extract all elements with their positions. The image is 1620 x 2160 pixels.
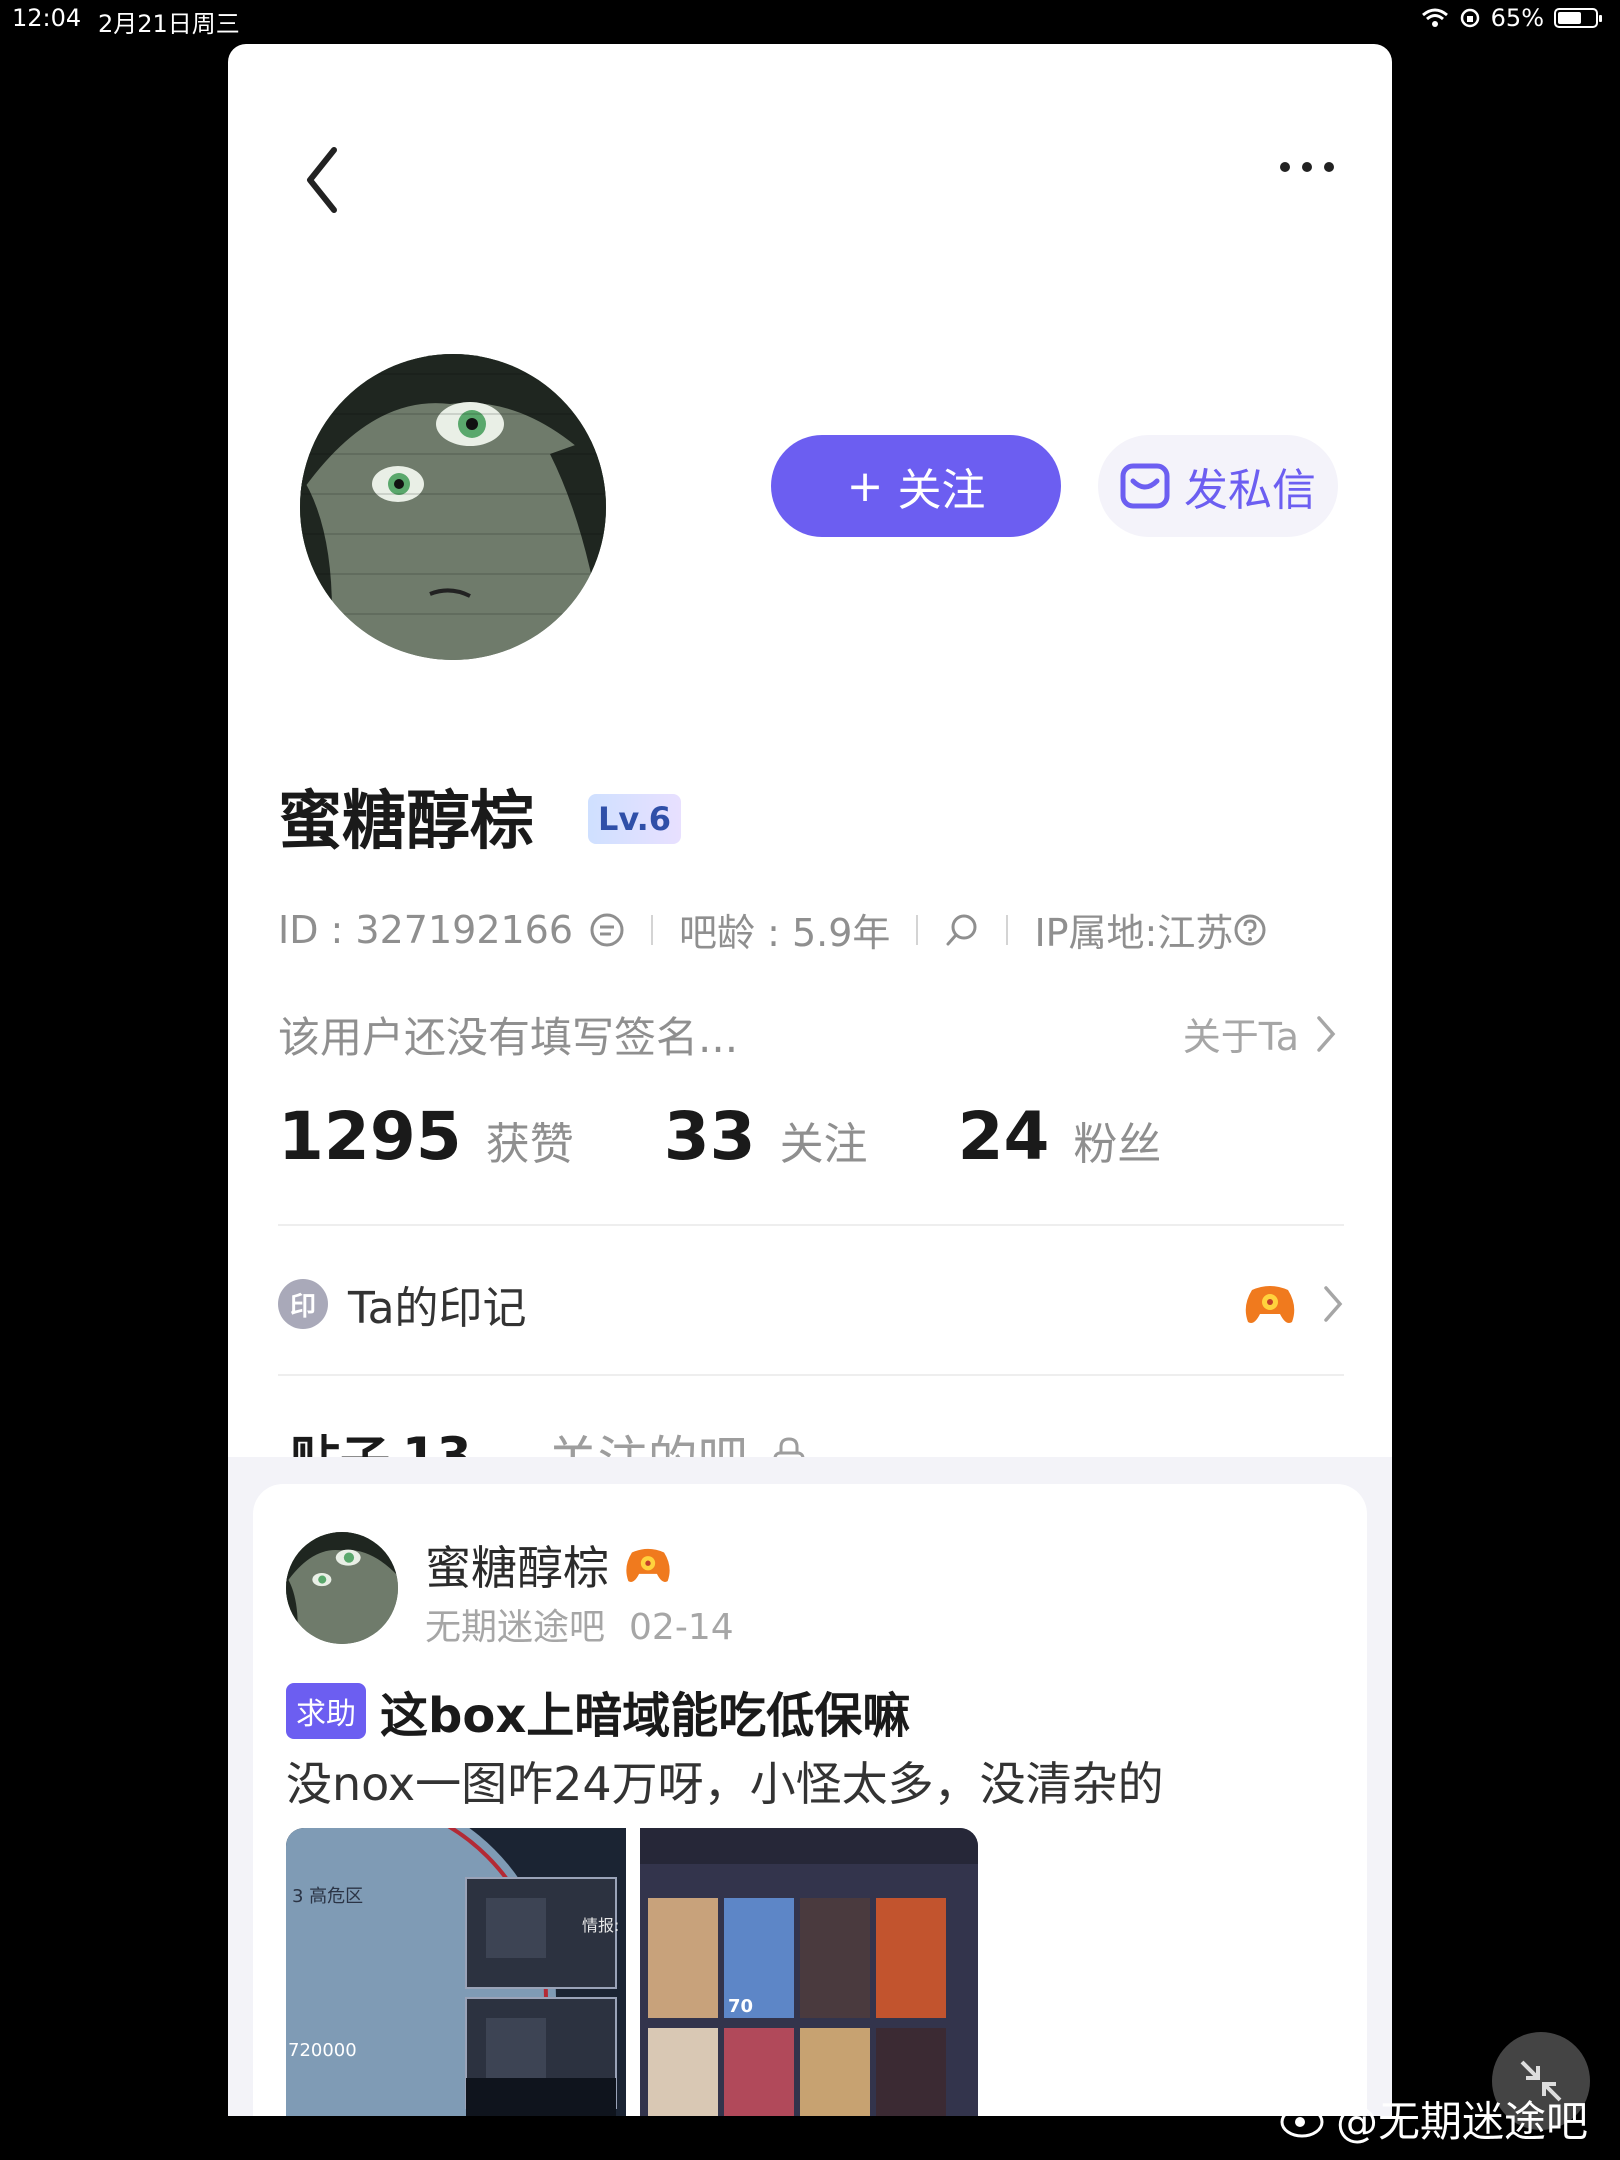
post-author[interactable]: 蜜糖醇棕 [425, 1532, 673, 1598]
post-image-2[interactable]: 70 [640, 1828, 978, 2116]
orientation-lock-icon [1460, 8, 1479, 28]
mark-badge-icon: 印 [278, 1279, 328, 1329]
battery-percent: 65% [1490, 4, 1544, 32]
avatar[interactable] [300, 354, 606, 660]
message-label: 发私信 [1184, 465, 1316, 516]
image1-score: 720000 [288, 2040, 357, 2061]
signature: 该用户还没有填写签名... [278, 1013, 739, 1062]
chevron-left-icon[interactable] [298, 140, 348, 220]
envelope-icon [1120, 463, 1170, 509]
level-badge: Lv.6 [588, 794, 682, 844]
stat-label: 获赞 [485, 1119, 574, 1170]
profile-panel: + 关注 发私信 蜜糖醇棕 Lv.6 ID : 327192166 吧龄 : 5… [228, 44, 1392, 2116]
stat-value: 24 [957, 1098, 1050, 1175]
marks-right [1242, 1282, 1344, 1326]
post-subline: 无期迷途吧 02-14 [425, 1598, 734, 1650]
post-body: 没nox一图咋24万呀，小怪太多，没清杂的 [286, 1757, 1164, 1811]
image1-intel-label: 情报: [582, 1916, 620, 1935]
status-date: 2月21日周三 [98, 10, 240, 38]
image1-zone-label: 3 高危区 [292, 1886, 364, 1907]
stat-followers[interactable]: 24 粉丝 [958, 1098, 1162, 1175]
card-grid-image [640, 1828, 978, 2116]
about-link[interactable]: 关于Ta [1183, 1006, 1337, 1061]
marks-label: Ta的印记 [348, 1283, 527, 1334]
stat-value: 33 [663, 1098, 756, 1175]
marks-row[interactable]: 印 Ta的印记 [278, 1264, 1344, 1344]
help-icon[interactable] [1233, 913, 1267, 947]
divider [278, 1374, 1344, 1376]
post-title: 这box上暗域能吃低保嘛 [380, 1688, 911, 1744]
ip-location: IP属地:江苏 [1034, 911, 1234, 955]
wifi-icon [1421, 8, 1448, 27]
weibo-logo-icon [1280, 2106, 1324, 2137]
gamepad-icon [1245, 1286, 1295, 1323]
post-image-1[interactable]: 3 高危区 情报: 720000 [286, 1828, 626, 2116]
status-right: 65% [1421, 4, 1602, 32]
avatar-illustration [286, 1532, 398, 1644]
gamepad-icon [626, 1548, 670, 1582]
profile-meta: ID : 327192166 吧龄 : 5.9年 IP属地:江苏 [278, 902, 1267, 957]
meta-divider [1006, 914, 1009, 945]
status-bar: 12:04 2月21日周三 65% [0, 0, 1620, 40]
post-date: 02-14 [629, 1607, 734, 1648]
image2-card-level: 70 [728, 1996, 754, 2017]
more-dots-icon[interactable] [1280, 162, 1334, 172]
divider [278, 1224, 1344, 1226]
copy-id-icon[interactable] [589, 912, 625, 948]
chevron-right-icon [1324, 1286, 1343, 1322]
post-forum[interactable]: 无期迷途吧 [425, 1607, 605, 1648]
stat-following[interactable]: 33 关注 [664, 1098, 868, 1175]
post-tag: 求助 [286, 1683, 366, 1739]
status-time: 12:04 [12, 4, 82, 32]
post-author-avatar[interactable] [286, 1532, 398, 1644]
stat-likes[interactable]: 1295 获赞 [278, 1098, 574, 1175]
post-title-row[interactable]: 求助 这box上暗域能吃低保嘛 [286, 1676, 910, 1746]
meta-divider [651, 914, 654, 945]
battery-icon [1554, 8, 1602, 28]
stat-label: 关注 [779, 1119, 868, 1170]
avatar-illustration [300, 354, 606, 660]
watermark-text: @无期迷途吧 [1336, 2097, 1589, 2146]
stat-value: 1295 [278, 1098, 462, 1175]
user-id: ID : 327192166 [278, 907, 574, 952]
follow-button[interactable]: + 关注 [771, 435, 1061, 537]
profile-name: 蜜糖醇棕 [278, 785, 534, 859]
search-icon[interactable] [944, 912, 980, 948]
bar-age: 吧龄 : 5.9年 [679, 911, 891, 955]
chevron-right-icon [1317, 1015, 1336, 1052]
plus-icon: + [846, 460, 884, 512]
meta-divider [916, 914, 919, 945]
post-author-name: 蜜糖醇棕 [425, 1541, 609, 1595]
game-screenshot-image [286, 1828, 626, 2116]
stats-row: 1295 获赞 33 关注 24 粉丝 [278, 1098, 1251, 1175]
stat-label: 粉丝 [1073, 1119, 1162, 1170]
follow-label: 关注 [897, 465, 986, 516]
watermark: @无期迷途吧 [1280, 2088, 1588, 2149]
post-card[interactable]: 蜜糖醇棕 无期迷途吧 02-14 求助 这box上暗域能吃低保嘛 没nox一图咋2… [253, 1484, 1367, 2116]
message-button[interactable]: 发私信 [1098, 435, 1338, 537]
about-label: 关于Ta [1182, 1015, 1299, 1059]
